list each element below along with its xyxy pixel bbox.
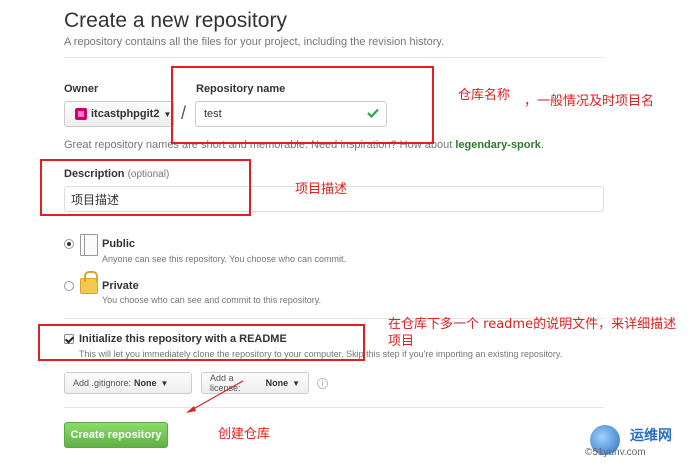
watermark-url: ©51yunv.com (585, 447, 646, 458)
watermark-name: 运维网 (630, 427, 672, 443)
annotation-arrow (186, 380, 244, 413)
